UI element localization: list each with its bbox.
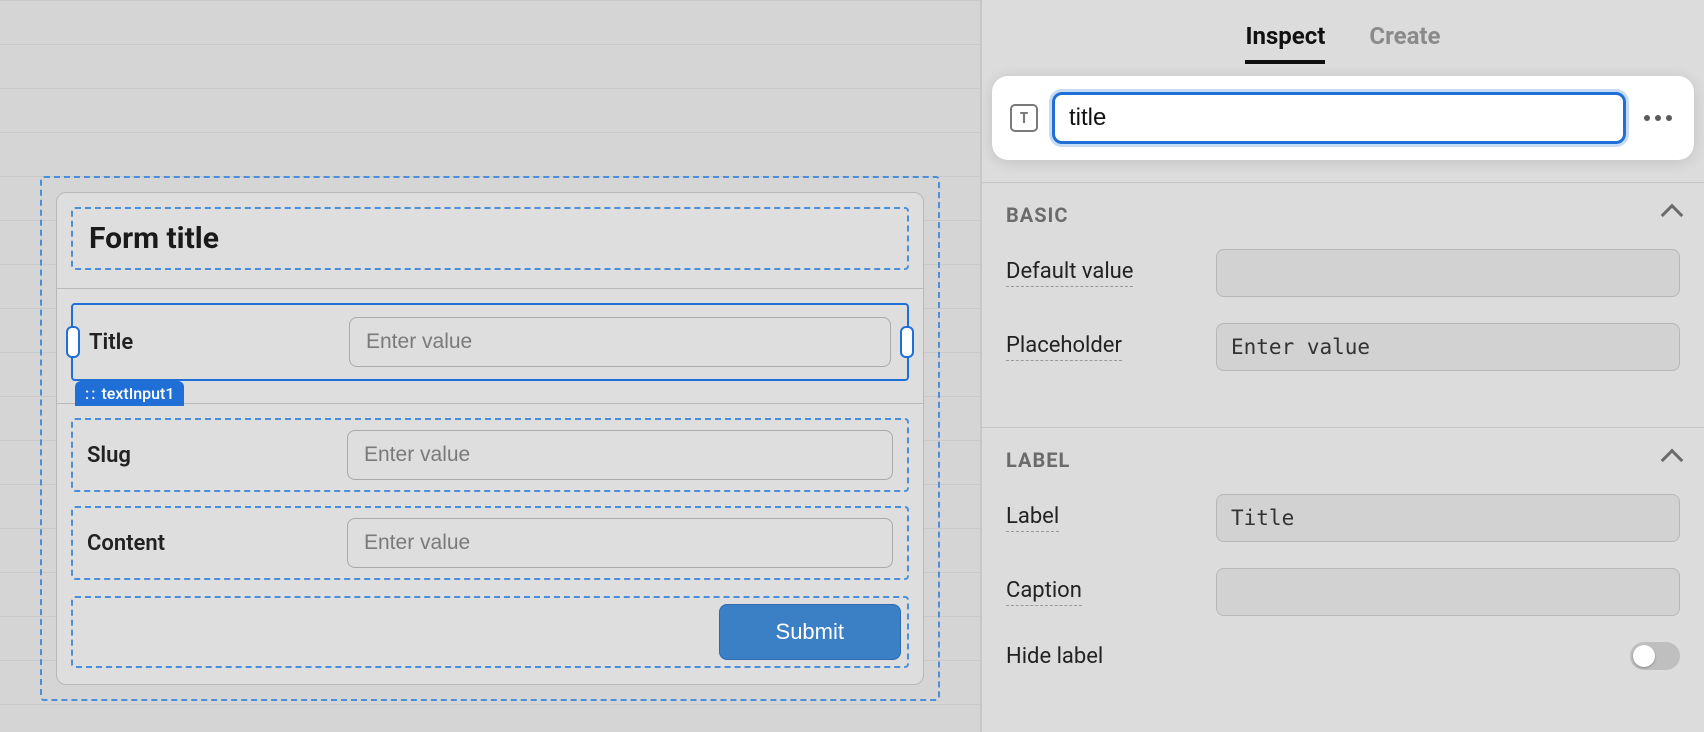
section-header-label[interactable]: LABEL: [1006, 448, 1680, 472]
text-input-type-icon: T: [1010, 104, 1038, 132]
tab-inspect[interactable]: Inspect: [1245, 22, 1325, 64]
field-label: Slug: [87, 443, 317, 468]
field-row-content[interactable]: Content: [71, 506, 909, 580]
prop-label: Caption: [1006, 578, 1082, 606]
section-label: LABEL Label Caption Hide label: [982, 427, 1704, 678]
caption-input[interactable]: [1216, 568, 1680, 616]
component-tag-label: textInput1: [101, 384, 174, 403]
component-tag[interactable]: ::textInput1: [75, 381, 184, 406]
field-row-title[interactable]: Title ::textInput1: [71, 303, 909, 381]
placeholder-input[interactable]: [1216, 323, 1680, 371]
prop-caption: Caption: [1006, 568, 1680, 616]
hide-label-toggle[interactable]: [1630, 642, 1680, 670]
prop-default-value: Default value: [1006, 249, 1680, 297]
inspector-panel: Inspect Create T BASIC Default value Pla…: [980, 0, 1704, 732]
component-name-card: T: [992, 76, 1694, 160]
form-title: Form title: [89, 221, 891, 256]
chevron-up-icon: [1661, 204, 1684, 227]
field-input-title[interactable]: [349, 317, 891, 367]
submit-button[interactable]: Submit: [719, 604, 901, 660]
field-row-slug[interactable]: Slug: [71, 418, 909, 492]
prop-hide-label: Hide label: [1006, 642, 1680, 670]
inspector-tabs: Inspect Create: [982, 0, 1704, 76]
prop-placeholder: Placeholder: [1006, 323, 1680, 371]
editor-canvas[interactable]: Form title Title ::textInput1 Slug Conte…: [0, 0, 980, 732]
prop-label: Label: [1006, 504, 1059, 532]
field-label: Title: [89, 330, 319, 355]
field-input-slug[interactable]: [347, 430, 893, 480]
prop-label: Default value: [1006, 259, 1133, 287]
tab-create[interactable]: Create: [1369, 22, 1440, 64]
prop-label: Label: [1006, 494, 1680, 542]
form-container-selection[interactable]: Form title Title ::textInput1 Slug Conte…: [40, 176, 940, 701]
section-header-basic[interactable]: BASIC: [1006, 203, 1680, 227]
drag-handle-icon[interactable]: ::: [85, 384, 97, 403]
divider: [57, 403, 923, 404]
label-input[interactable]: [1216, 494, 1680, 542]
prop-label: Placeholder: [1006, 333, 1122, 361]
more-menu-icon[interactable]: [1640, 115, 1676, 121]
prop-label: Hide label: [1006, 644, 1103, 669]
default-value-input[interactable]: [1216, 249, 1680, 297]
section-basic: BASIC Default value Placeholder: [982, 182, 1704, 405]
field-label: Content: [87, 531, 317, 556]
component-name-input[interactable]: [1052, 92, 1626, 144]
field-input-content[interactable]: [347, 518, 893, 568]
divider: [57, 288, 923, 289]
section-title: LABEL: [1006, 448, 1070, 472]
submit-block[interactable]: Submit: [71, 596, 909, 668]
chevron-up-icon: [1661, 449, 1684, 472]
form-title-block[interactable]: Form title: [71, 207, 909, 270]
section-title: BASIC: [1006, 203, 1068, 227]
form-panel: Form title Title ::textInput1 Slug Conte…: [56, 192, 924, 685]
